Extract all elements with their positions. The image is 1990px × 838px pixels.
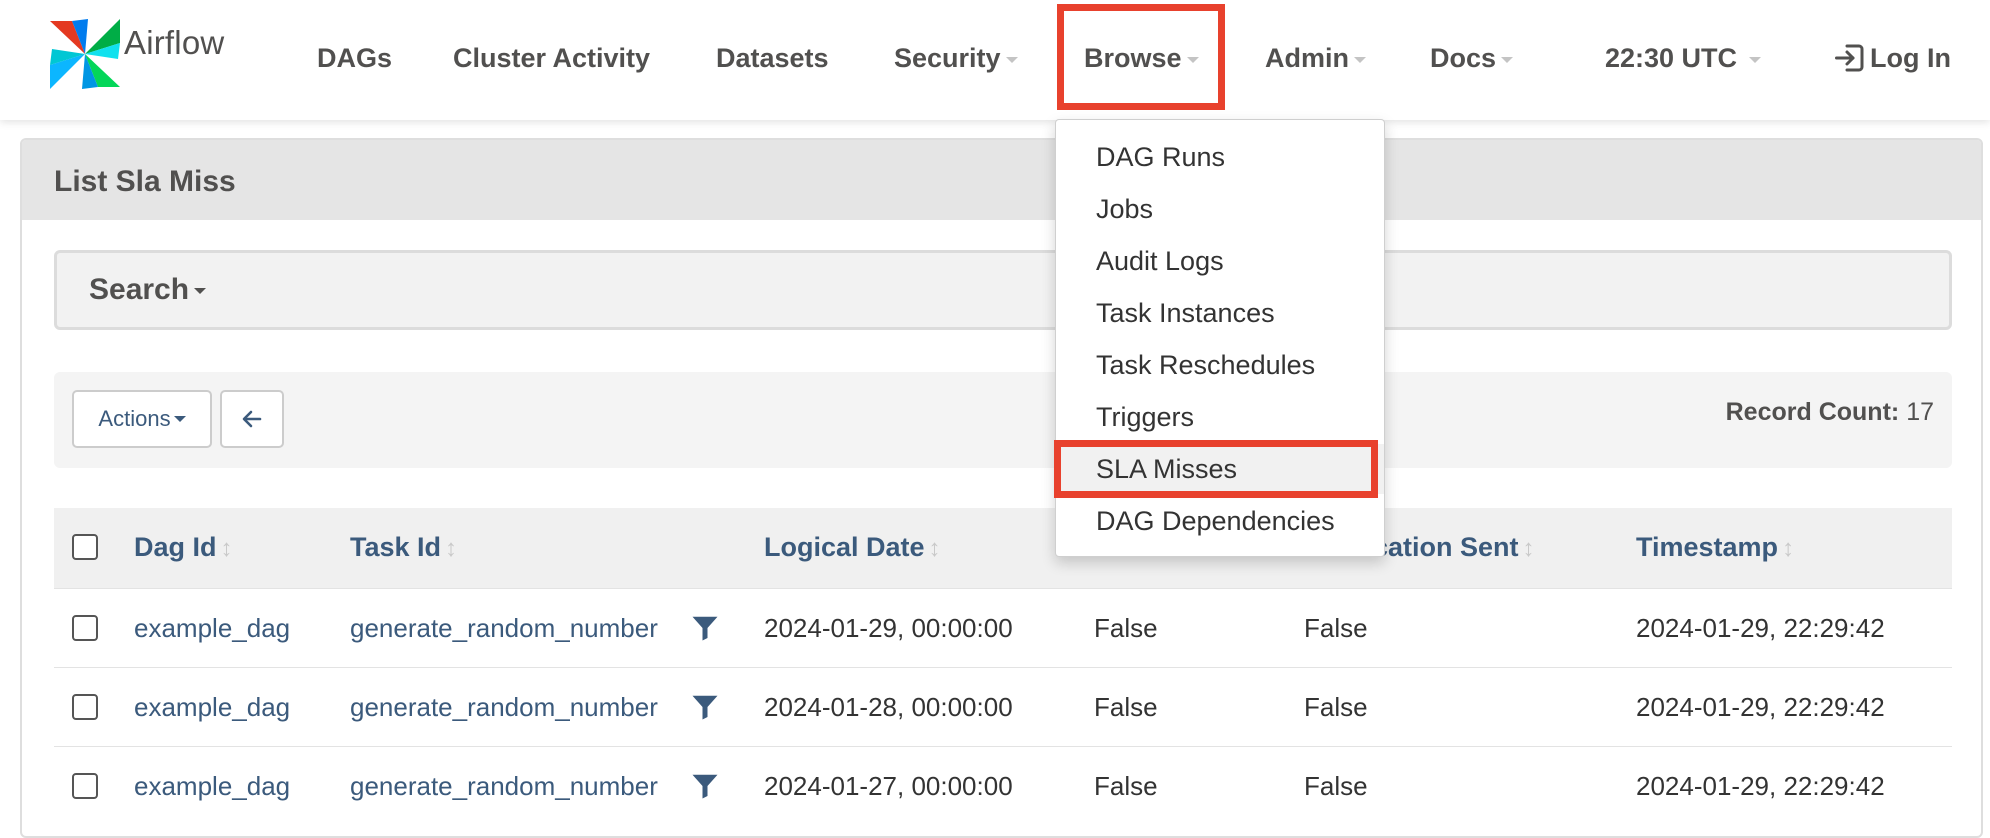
caret-down-icon <box>1501 56 1514 63</box>
sort-icon: ↕ <box>445 535 458 562</box>
column-header-logical-date[interactable]: Logical Date ↕ <box>764 532 941 563</box>
nav-cluster-activity-label: Cluster Activity <box>453 43 651 73</box>
back-button[interactable] <box>220 390 284 448</box>
row-checkbox[interactable] <box>72 694 98 720</box>
nav-cluster-activity[interactable]: Cluster Activity <box>453 38 650 78</box>
logical-date-cell: 2024-01-28, 00:00:00 <box>764 692 1013 722</box>
email-sent-cell: False <box>1094 613 1158 643</box>
nav-security-label: Security <box>894 43 1001 73</box>
list-panel: List Sla Miss Search Actions Record Coun… <box>20 138 1983 838</box>
menu-item-audit-logs[interactable]: Audit Logs <box>1056 236 1384 286</box>
column-label: Timestamp <box>1636 532 1779 562</box>
filter-icon[interactable] <box>690 771 720 801</box>
nav-time-label: 22:30 UTC <box>1605 43 1738 73</box>
column-header-dag-id[interactable]: Dag Id ↕ <box>134 532 233 563</box>
airflow-pinwheel-icon <box>50 19 120 89</box>
actions-button[interactable]: Actions <box>72 390 212 448</box>
notification-sent-cell: False <box>1304 692 1368 722</box>
sort-icon: ↕ <box>928 535 941 562</box>
nav-browse-label: Browse <box>1084 43 1182 73</box>
record-count-label: Record Count: <box>1725 398 1900 426</box>
nav-dags-label: DAGs <box>317 43 393 73</box>
logical-date-cell: 2024-01-27, 00:00:00 <box>764 771 1013 801</box>
caret-down-icon <box>194 288 207 295</box>
row-checkbox[interactable] <box>72 615 98 641</box>
dag-id-link[interactable]: example_dag <box>134 692 290 723</box>
actions-label: Actions <box>98 406 171 431</box>
email-sent-cell: False <box>1094 771 1158 801</box>
nav-dags[interactable]: DAGs <box>317 38 392 78</box>
caret-down-icon <box>1005 56 1018 63</box>
login-icon <box>1835 44 1864 72</box>
menu-item-jobs[interactable]: Jobs <box>1056 184 1384 234</box>
nav-browse-dropdown[interactable]: Browse <box>1084 38 1199 78</box>
caret-down-icon <box>1354 56 1366 63</box>
filter-icon[interactable] <box>690 613 720 643</box>
browse-dropdown-menu: DAG Runs Jobs Audit Logs Task Instances … <box>1055 119 1385 557</box>
notification-sent-cell: False <box>1304 613 1368 643</box>
sort-icon: ↕ <box>1522 535 1535 562</box>
caret-down-icon <box>1186 56 1199 63</box>
caret-down-icon <box>173 416 186 422</box>
record-count-value: 17 <box>1906 398 1934 426</box>
row-checkbox[interactable] <box>72 773 98 799</box>
timestamp-cell: 2024-01-29, 22:29:42 <box>1636 613 1885 643</box>
timestamp-cell: 2024-01-29, 22:29:42 <box>1636 771 1885 801</box>
filter-icon[interactable] <box>690 692 720 722</box>
menu-item-dag-runs[interactable]: DAG Runs <box>1056 132 1384 182</box>
timestamp-cell: 2024-01-29, 22:29:42 <box>1636 692 1885 722</box>
menu-item-triggers[interactable]: Triggers <box>1056 392 1384 442</box>
select-all-checkbox[interactable] <box>72 534 98 560</box>
task-id-link[interactable]: generate_random_number <box>350 771 658 802</box>
task-id-link[interactable]: generate_random_number <box>350 692 658 723</box>
page-title: List Sla Miss <box>22 140 1981 220</box>
caret-down-icon <box>1749 56 1762 63</box>
nav-admin-dropdown[interactable]: Admin <box>1265 38 1366 78</box>
record-count: Record Count: 17 <box>1726 398 1934 427</box>
menu-item-task-instances[interactable]: Task Instances <box>1056 288 1384 338</box>
top-navbar: Airflow DAGs Cluster Activity Datasets S… <box>0 0 1990 120</box>
menu-item-task-reschedules[interactable]: Task Reschedules <box>1056 340 1384 390</box>
search-label: Search <box>89 273 190 306</box>
nav-datasets-label: Datasets <box>716 43 829 73</box>
nav-docs-dropdown[interactable]: Docs <box>1430 38 1514 78</box>
menu-item-sla-misses[interactable]: SLA Misses <box>1056 444 1384 494</box>
notification-sent-cell: False <box>1304 771 1368 801</box>
arrow-left-icon <box>242 410 262 428</box>
column-header-task-id[interactable]: Task Id ↕ <box>350 532 457 563</box>
nav-login-label: Log In <box>1870 43 1951 73</box>
nav-time-dropdown[interactable]: 22:30 UTC <box>1605 38 1762 78</box>
nav-admin-label: Admin <box>1265 43 1349 73</box>
brand-name: Airflow <box>124 24 225 61</box>
logical-date-cell: 2024-01-29, 00:00:00 <box>764 613 1013 643</box>
column-label: Dag Id <box>134 532 217 562</box>
sort-icon: ↕ <box>1782 535 1795 562</box>
email-sent-cell: False <box>1094 692 1158 722</box>
airflow-logo-link[interactable]: Airflow <box>48 18 224 90</box>
nav-security-dropdown[interactable]: Security <box>894 38 1018 78</box>
sla-miss-table: Dag Id↕ Task Id↕ Logical Date↕ Email Sen… <box>54 508 1952 825</box>
table-row: example_dag generate_random_number 2024-… <box>54 746 1952 825</box>
list-toolbar: Actions Record Count: 17 <box>54 372 1952 468</box>
search-dropdown-toggle[interactable]: Search <box>89 273 207 307</box>
search-widget: Search <box>54 250 1952 330</box>
nav-login-link[interactable]: Log In <box>1832 38 1951 78</box>
menu-item-dag-dependencies[interactable]: DAG Dependencies <box>1056 496 1384 546</box>
column-label: Logical Date <box>764 532 925 562</box>
dag-id-link[interactable]: example_dag <box>134 771 290 802</box>
column-label: Task Id <box>350 532 442 562</box>
dag-id-link[interactable]: example_dag <box>134 613 290 644</box>
nav-docs-label: Docs <box>1430 43 1497 73</box>
column-header-timestamp[interactable]: Timestamp ↕ <box>1636 532 1794 563</box>
table-header: Dag Id↕ Task Id↕ Logical Date↕ Email Sen… <box>54 508 1952 588</box>
nav-datasets[interactable]: Datasets <box>716 38 829 78</box>
table-row: example_dag generate_random_number 2024-… <box>54 588 1952 667</box>
table-row: example_dag generate_random_number 2024-… <box>54 667 1952 746</box>
sort-icon: ↕ <box>220 535 233 562</box>
task-id-link[interactable]: generate_random_number <box>350 613 658 644</box>
